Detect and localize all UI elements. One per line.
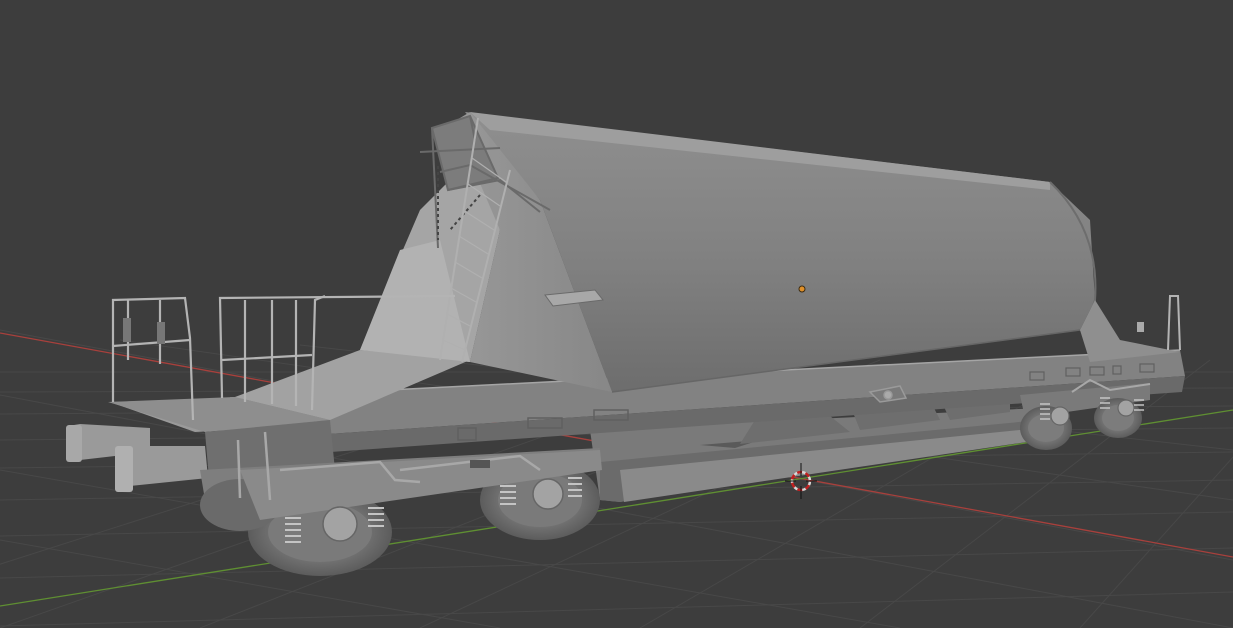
- object-origin-icon: [798, 285, 806, 293]
- buffers: [66, 424, 208, 492]
- rear-railing: [1137, 295, 1181, 351]
- 3d-viewport[interactable]: [0, 0, 1233, 628]
- viewport-canvas[interactable]: [0, 0, 1233, 628]
